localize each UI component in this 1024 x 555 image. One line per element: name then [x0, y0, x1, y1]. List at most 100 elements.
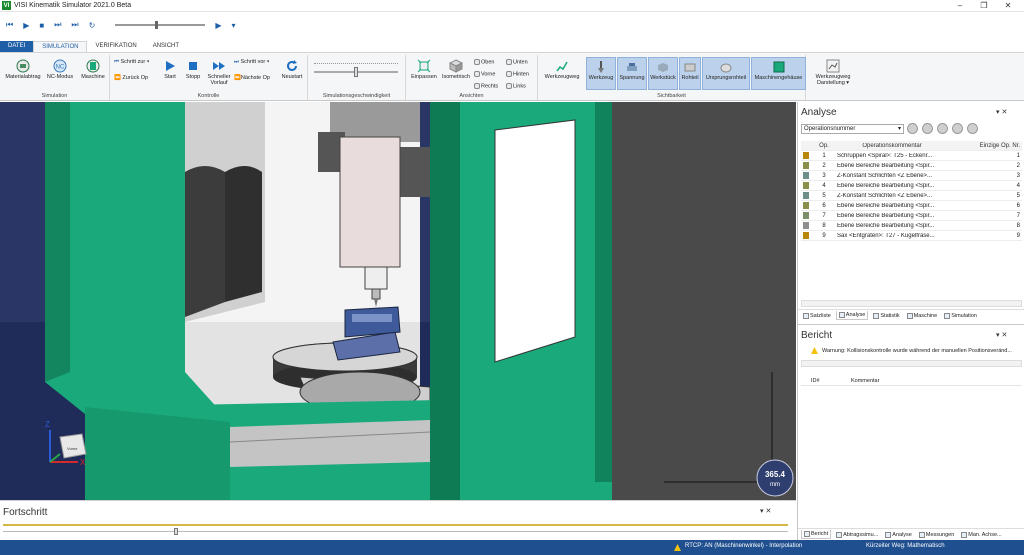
tab-maschine[interactable]: Maschine — [905, 312, 940, 320]
spannung-toggle[interactable]: Spannung — [617, 57, 647, 90]
tab-bericht[interactable]: Bericht — [801, 530, 832, 539]
removal-sim-icon — [836, 531, 843, 538]
tool-holder — [371, 288, 381, 300]
col-kommentar-bericht[interactable]: Kommentar — [841, 378, 879, 384]
qat-dropdown-icon[interactable]: ▾ — [231, 21, 235, 30]
col-op[interactable]: Op. — [811, 143, 837, 149]
tab-simulation[interactable]: SIMULATION — [33, 41, 88, 52]
table-row[interactable]: 7 Ebene Bereiche Bearbeitung <Spir... 7 — [801, 211, 1022, 221]
schneller-vorlauf-button[interactable]: Schneller Vorlauf — [205, 59, 233, 86]
hinten-button[interactable]: Hinten — [506, 71, 529, 77]
machine-tab-icon — [906, 312, 913, 319]
machine-scene: Vorne Z X 365.4 mm — [0, 102, 796, 500]
tab-analyse[interactable]: Analyse — [835, 311, 869, 320]
naechste-op-button[interactable]: ⏩Nächste Op — [234, 75, 270, 81]
links-button[interactable]: Links — [506, 83, 526, 89]
stopp-button[interactable]: Stopp — [182, 59, 204, 80]
toolpath-display-icon — [826, 59, 840, 73]
nc-modus-button[interactable]: NC NC-Modus — [44, 59, 76, 80]
machine-housing-icon — [773, 61, 784, 73]
tab-analyse-bericht[interactable]: Analyse — [883, 531, 914, 539]
werkzeug-toggle[interactable]: Werkzeug — [586, 57, 616, 90]
ribbon-tabs: DATEI SIMULATION VERIFIKATION ANSICHT — [0, 41, 1024, 52]
statistics-icon — [873, 312, 880, 319]
werkzeugweg-button[interactable]: Werkzeugweg — [541, 59, 583, 80]
table-row[interactable]: 9 Sax <Entgraten>: T27 - Kugelfräse... 9 — [801, 231, 1022, 241]
fortschritt-track[interactable] — [3, 531, 788, 532]
rewind-icon[interactable]: ⏮ — [6, 20, 13, 30]
op-comment: Ebene Bereiche Bearbeitung <Spir... — [837, 222, 935, 229]
tab-statistik[interactable]: Statistik — [871, 312, 901, 320]
op-number: 5 — [822, 192, 826, 199]
maschinengehaeuse-toggle[interactable]: Maschinengehäuse — [751, 57, 806, 90]
fast-forward-icon[interactable]: ⏭ — [54, 20, 61, 30]
tab-man-achsen[interactable]: Man. Achse... — [959, 531, 1003, 539]
maximize-icon[interactable]: ❐ — [972, 0, 996, 12]
play-icon[interactable]: ▶ — [23, 21, 29, 30]
speed-slider[interactable] — [115, 21, 206, 29]
tab-simulation-panel[interactable]: Simulation — [942, 312, 979, 320]
restart-icon[interactable]: ↻ — [89, 21, 96, 30]
rtcp-status: RTCP: AN (Maschinenwinkel) - Interpolati… — [685, 543, 803, 549]
einpassen-button[interactable]: Einpassen — [409, 59, 439, 80]
start-button[interactable]: Start — [160, 59, 180, 80]
simulation-viewport[interactable]: Vorne Z X 365.4 mm — [0, 102, 796, 500]
col-kommentar[interactable]: Operationskommentar — [837, 143, 947, 149]
analyse-mode-dropdown[interactable]: Operationsnummer — [801, 124, 904, 134]
zoom-in-icon[interactable] — [922, 123, 933, 134]
view-cube[interactable]: Vorne — [59, 433, 87, 459]
tab-satzliste[interactable]: Satzliste — [801, 312, 833, 320]
col-id[interactable]: ID# — [801, 378, 841, 384]
oben-button[interactable]: Oben — [474, 59, 494, 65]
tab-ansicht[interactable]: ANSICHT — [145, 41, 187, 52]
schritt-vor-button[interactable]: ⏭ Schritt vor ▾ — [234, 59, 269, 66]
zurueck-op-button[interactable]: ⏪ Zurück Op — [114, 75, 148, 81]
bericht-scrollbar[interactable] — [801, 360, 1022, 367]
werkstueck-toggle[interactable]: Werkstück — [648, 57, 678, 90]
table-row[interactable]: 6 Ebene Bereiche Bearbeitung <Spir... 6 — [801, 201, 1022, 211]
table-row[interactable]: 2 Ebene Bereiche Bearbeitung <Spir... 2 — [801, 161, 1022, 171]
next-op-icon: ⏩ — [234, 75, 241, 81]
tab-messungen[interactable]: Messungen — [917, 531, 956, 539]
isometrisch-button[interactable]: Isometrisch — [440, 59, 472, 80]
unten-button[interactable]: Unten — [506, 59, 528, 65]
analyse-scrollbar[interactable] — [801, 300, 1022, 307]
rechts-button[interactable]: Rechts — [474, 83, 498, 89]
spindle-nose — [364, 266, 388, 290]
schritt-zur-button[interactable]: ⏮ Schritt zur ▾ — [114, 59, 149, 66]
list-icon — [803, 312, 809, 319]
table-row[interactable]: 8 Ebene Bereiche Bearbeitung <Spir... 8 — [801, 221, 1022, 231]
highlight-icon[interactable] — [967, 123, 978, 134]
stop-icon[interactable]: ■ — [39, 21, 44, 30]
settings-icon[interactable] — [952, 123, 963, 134]
col-nr[interactable]: Einzige Op. Nr. — [947, 143, 1022, 149]
fortschritt-thumb[interactable] — [174, 528, 178, 535]
bericht-panel-controls[interactable]: ▾ ✕ — [996, 331, 1007, 339]
tab-datei[interactable]: DATEI — [0, 41, 34, 52]
table-row[interactable]: 4 Ebene Bereiche Bearbeitung <Spir... 4 — [801, 181, 1022, 191]
minimize-icon[interactable]: – — [948, 0, 972, 12]
warning-row[interactable]: Warnung: Kollisionskontrolle wurde währe… — [801, 345, 1022, 356]
step-forward-icon: ⏭ — [234, 59, 239, 65]
table-row[interactable]: 3 Z-Konstant Schlichten <Z Ebene>... 3 — [801, 171, 1022, 181]
ursprungsrohteil-toggle[interactable]: Ursprungsrohteil — [702, 57, 750, 90]
table-row[interactable]: 1 Schruppen <Spiral>: T25 - Eckenr... 1 — [801, 151, 1022, 161]
fortschritt-panel-controls[interactable]: ▾ ✕ — [760, 507, 771, 515]
end-icon[interactable]: ⏭ — [71, 20, 78, 30]
maschine-button[interactable]: Maschine — [78, 59, 108, 80]
tab-verifikation[interactable]: VERIFIKATION — [87, 41, 144, 52]
step-icon[interactable]: ▶ — [215, 21, 221, 30]
tab-abtragssimulation[interactable]: Abtragssimu... — [834, 531, 880, 539]
neustart-button[interactable]: Neustart — [278, 59, 306, 80]
close-icon[interactable]: ✕ — [996, 0, 1020, 12]
werkzeugweg-darstellung-button[interactable]: Werkzeugweg Darstellung ▾ — [810, 59, 856, 86]
vorne-button[interactable]: Vorne — [474, 71, 495, 77]
speed-thumb[interactable] — [354, 67, 358, 77]
rohteil-toggle[interactable]: Rohteil — [679, 57, 701, 90]
analyse-panel-controls[interactable]: ▾ ✕ — [996, 108, 1007, 116]
materialabtrag-button[interactable]: Materialabtrag — [4, 59, 42, 80]
op-number: 6 — [822, 202, 826, 209]
filter-icon[interactable] — [907, 123, 918, 134]
table-row[interactable]: 5 Z-Konstant Schlichten <Z Ebene>... 5 — [801, 191, 1022, 201]
zoom-out-icon[interactable] — [937, 123, 948, 134]
